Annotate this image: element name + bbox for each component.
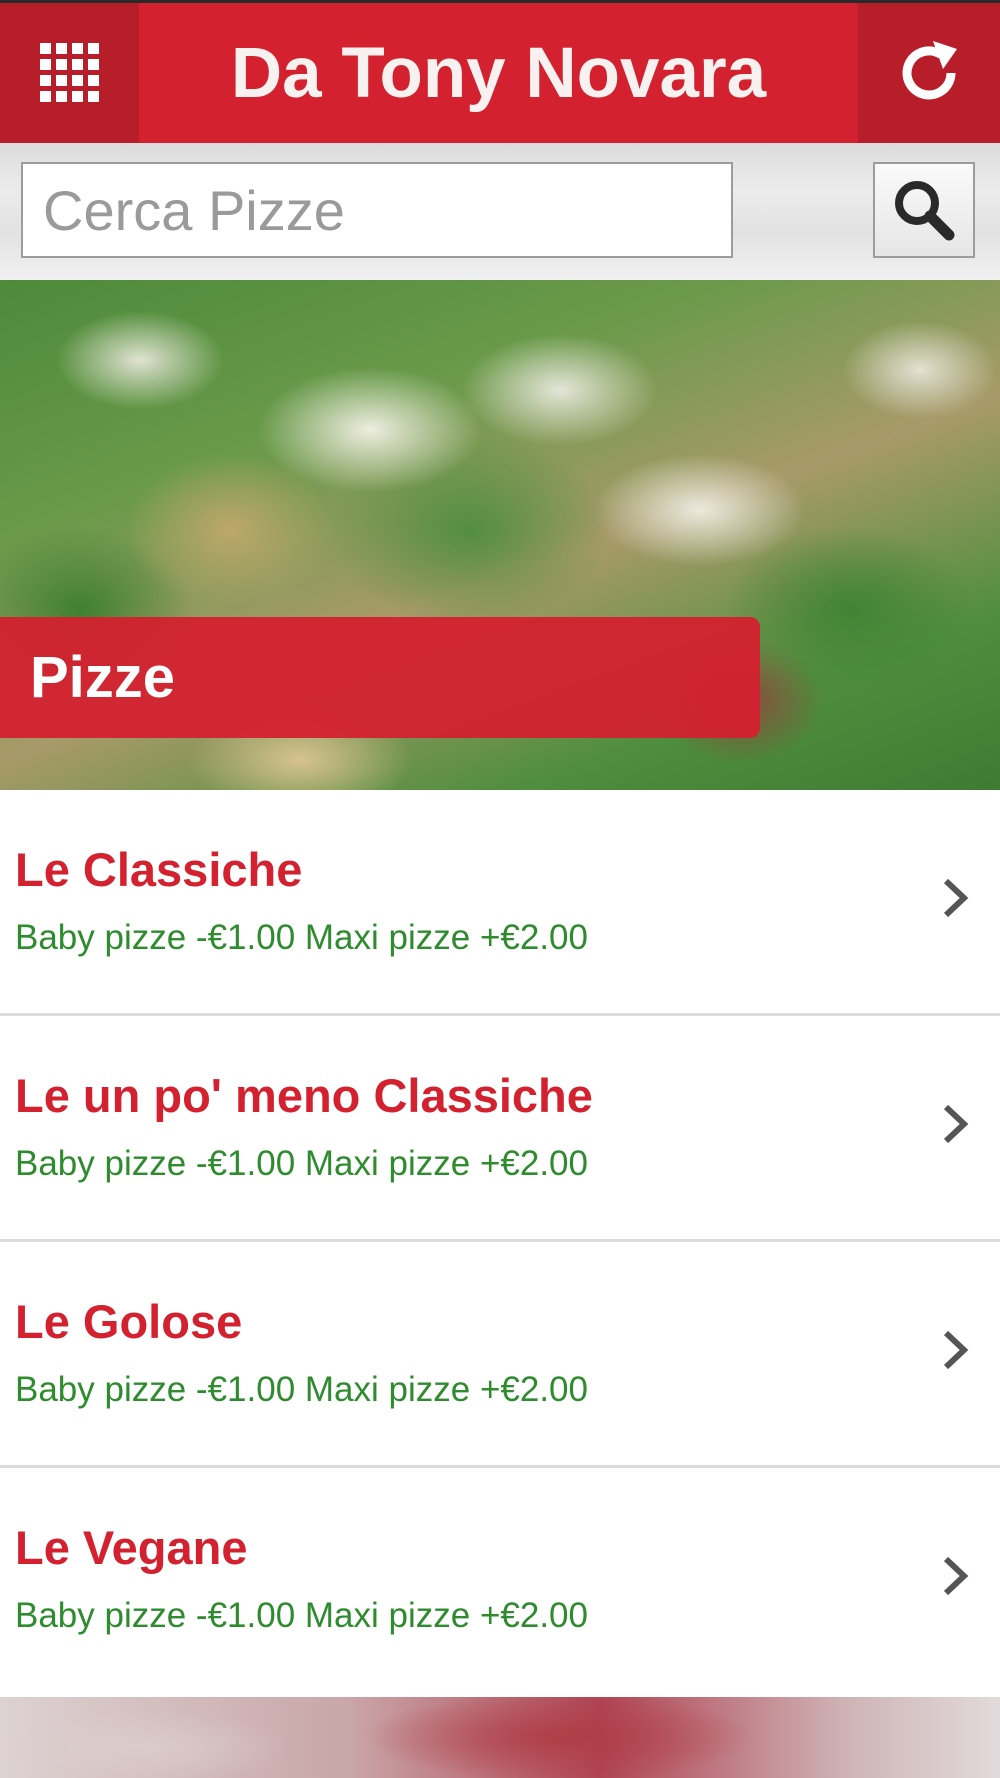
item-subtitle: Baby pizze -€1.00 Maxi pizze +€2.00 [15,1596,588,1635]
refresh-icon [902,41,957,100]
item-subtitle: Baby pizze -€1.00 Maxi pizze +€2.00 [15,1370,588,1409]
hero-label: Pizze [0,617,760,738]
list-item[interactable]: Le Golose Baby pizze -€1.00 Maxi pizze +… [0,1242,1000,1468]
item-title: Le un po' meno Classiche [15,1069,593,1122]
list-item[interactable]: Le Classiche Baby pizze -€1.00 Maxi pizz… [0,790,1000,1016]
app-title: Da Tony Novara [230,33,767,113]
chevron-right-icon [943,1556,969,1596]
category-list: Le Classiche Baby pizze -€1.00 Maxi pizz… [0,790,1000,1693]
item-title: Le Golose [15,1295,243,1348]
menu-button[interactable] [0,3,139,143]
item-subtitle: Baby pizze -€1.00 Maxi pizze +€2.00 [15,1144,588,1183]
chevron-right-icon [943,1104,969,1144]
search-icon [895,181,955,241]
item-title: Le Classiche [15,843,303,896]
hero-image: Pizze [0,280,1000,790]
grid-menu-icon [39,43,99,102]
list-item[interactable]: Le un po' meno Classiche Baby pizze -€1.… [0,1016,1000,1242]
search-bar [0,143,1000,280]
search-button[interactable] [873,162,975,258]
app-header: Da Tony Novara [0,0,1000,143]
list-item[interactable]: Le Vegane Baby pizze -€1.00 Maxi pizze +… [0,1468,1000,1693]
chevron-right-icon [943,878,969,918]
refresh-button[interactable] [858,3,1000,143]
chevron-right-icon [943,1330,969,1370]
next-section-image [0,1697,1000,1778]
search-input[interactable] [21,162,733,258]
item-subtitle: Baby pizze -€1.00 Maxi pizze +€2.00 [15,918,588,957]
item-title: Le Vegane [15,1521,248,1574]
